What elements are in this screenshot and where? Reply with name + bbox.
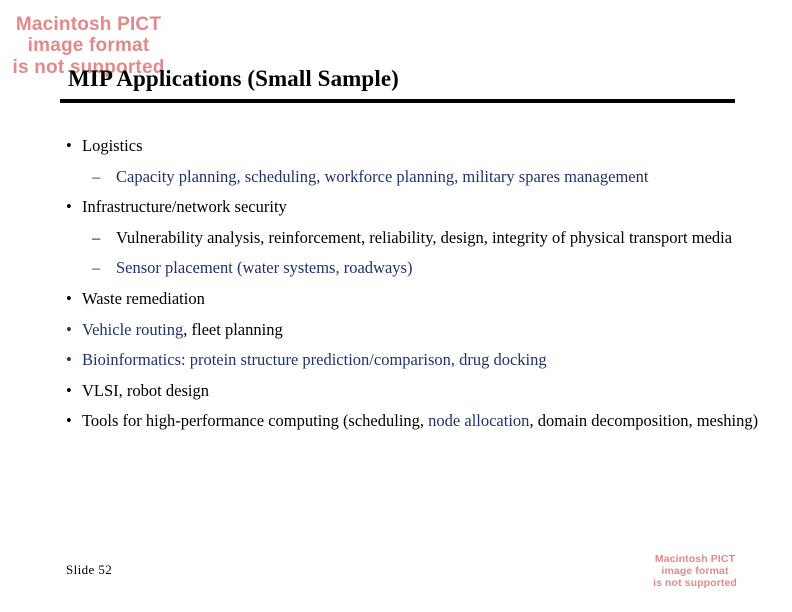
bullet-text: Bioinformatics: protein structure predic…	[82, 350, 547, 369]
bullet-text-segment: Tools for high-performance computing (sc…	[82, 411, 429, 431]
bullet-marker-dash: –	[92, 166, 101, 186]
bullet-text: Infrastructure/network security	[82, 197, 287, 216]
pict-placeholder-line-2: image format	[27, 35, 150, 57]
bullet-item: • Logistics	[62, 131, 774, 162]
bullet-text-segment: VLSI, robot design	[82, 380, 209, 400]
bullet-item: • Tools for high-performance computing (s…	[62, 406, 774, 437]
bullet-text-segment: Vehicle routing	[82, 319, 184, 339]
bullet-item: • Waste remediation	[62, 284, 774, 315]
bullet-text-segment: node allocation	[428, 411, 530, 431]
bullet-list: • Logistics – Capacity planning, scheduling…	[62, 131, 774, 437]
bullet-text: Capacity planning, scheduling, workforce…	[116, 167, 648, 186]
slide-number-label: Slide 52	[66, 562, 113, 577]
pict-placeholder-line-2: image format	[661, 565, 729, 578]
bullet-marker-dash: –	[92, 227, 101, 247]
bullet-item: • Vehicle routing, fleet planning	[62, 315, 774, 346]
bullet-text-segment: , fleet planning	[183, 319, 283, 339]
bullet-marker-dot: •	[66, 411, 72, 431]
bullet-marker-dot: •	[66, 380, 72, 400]
bullet-text: Waste remediation	[82, 289, 205, 308]
bullet-text: Vulnerability analysis, reinforcement, r…	[116, 228, 732, 247]
bullet-marker-dot: •	[66, 350, 72, 370]
bullet-text-segment: Sensor placement (water systems, roadway…	[116, 258, 413, 278]
bullet-item: – Vulnerability analysis, reinforcement, …	[62, 223, 774, 254]
bullet-text: VLSI, robot design	[82, 381, 209, 400]
slide-title: MIP Applications (Small Sample)	[68, 66, 399, 91]
slide-canvas: Macintosh PICT image format is not suppo…	[0, 0, 792, 612]
pict-placeholder-line-1: Macintosh PICT	[15, 14, 162, 35]
bullet-item: – Sensor placement (water systems, roadwa…	[62, 253, 774, 284]
bullet-text: Sensor placement (water systems, roadway…	[116, 258, 412, 277]
macintosh-pict-placeholder-bottom: Macintosh PICT image format is not suppo…	[620, 553, 770, 589]
bullet-marker-dash: –	[92, 258, 101, 278]
bullet-item: • VLSI, robot design	[62, 376, 774, 407]
bullet-text: Tools for high-performance computing (sc…	[82, 411, 758, 430]
bullet-marker-dot: •	[66, 319, 72, 339]
bullet-item: • Infrastructure/network security	[62, 192, 774, 223]
bullet-text-segment: Infrastructure/network security	[82, 197, 287, 217]
bullet-item: • Bioinformatics: protein structure predi…	[62, 345, 774, 376]
bullet-text-segment: , domain decomposition, meshing)	[529, 411, 759, 431]
bullet-marker-dot: •	[66, 197, 72, 217]
bullet-item: – Capacity planning, scheduling, workforc…	[62, 162, 774, 193]
title-divider-rule	[60, 99, 735, 103]
bullet-text: Vehicle routing, fleet planning	[82, 320, 283, 339]
bullet-marker-dot: •	[66, 136, 72, 155]
bullet-text-segment: Logistics	[82, 136, 143, 155]
pict-placeholder-line-3: is not supported	[653, 577, 737, 590]
bullet-text-segment: Vulnerability analysis, reinforcement, r…	[116, 227, 733, 247]
bullet-marker-dot: •	[66, 288, 72, 308]
bullet-text-segment: Bioinformatics: protein structure predic…	[82, 350, 547, 370]
bullet-text-segment: Waste remediation	[82, 288, 205, 308]
bullet-text-segment: Capacity planning, scheduling, workforce…	[116, 166, 649, 186]
bullet-text: Logistics	[82, 136, 143, 155]
pict-placeholder-line-1: Macintosh PICT	[654, 553, 736, 565]
